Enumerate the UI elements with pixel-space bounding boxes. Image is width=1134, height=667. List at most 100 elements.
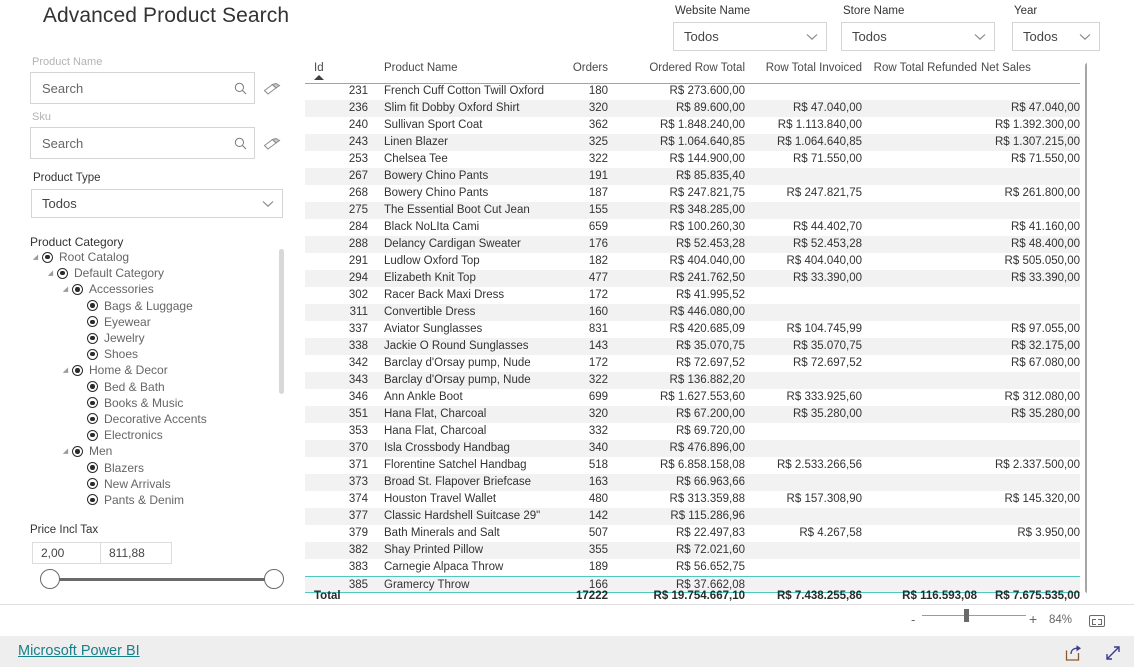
table-row[interactable]: 373 Broad St. Flapover Briefcase 163 R$ 66.… — [305, 474, 1080, 491]
zoom-slider-track[interactable] — [922, 615, 1026, 616]
table-row[interactable]: 240 Sullivan Sport Coat 362 R$ 1.848.240,00… — [305, 117, 1080, 134]
price-min-input[interactable]: 2,00 — [32, 542, 104, 564]
microsoft-power-bi-link[interactable]: Microsoft Power BI — [18, 643, 140, 659]
category-radio-icon[interactable] — [86, 412, 99, 425]
table-row[interactable]: 343 Barclay d'Orsay pump, Nude 322 R$ 136.8… — [305, 372, 1080, 389]
zoom-out-button[interactable]: - — [911, 613, 915, 626]
category-radio-icon[interactable] — [86, 332, 99, 345]
table-row[interactable]: 231 French Cuff Cotton Twill Oxford 180 R$ … — [305, 83, 1080, 100]
sku-search-input[interactable]: Search — [30, 127, 255, 159]
category-radio-icon[interactable] — [56, 267, 69, 280]
category-tree-node[interactable]: ◢ Eyewear — [30, 314, 285, 330]
table-row[interactable]: 243 Linen Blazer 325 R$ 1.064.640,85 R$ 1.06… — [305, 134, 1080, 151]
category-radio-icon[interactable] — [71, 283, 84, 296]
category-tree-node[interactable]: ◢ Home & Decor — [30, 362, 285, 378]
table-row[interactable]: 268 Bowery Chino Pants 187 R$ 247.821,75 R$ … — [305, 185, 1080, 202]
zoom-slider-handle[interactable] — [964, 609, 969, 622]
category-tree-node[interactable]: ◢ Blazers — [30, 459, 285, 475]
column-header-row-total-invoiced[interactable]: Row Total Invoiced — [760, 62, 862, 74]
category-tree-node[interactable]: ◢ Shoes — [30, 346, 285, 362]
product-type-dropdown[interactable]: Todos — [31, 189, 283, 218]
category-radio-icon[interactable] — [86, 429, 99, 442]
category-radio-icon[interactable] — [71, 445, 84, 458]
table-row[interactable]: 338 Jackie O Round Sunglasses 143 R$ 35.070… — [305, 338, 1080, 355]
table-row[interactable]: 377 Classic Hardshell Suitcase 29" 142 R$ 1… — [305, 508, 1080, 525]
category-radio-icon[interactable] — [71, 364, 84, 377]
category-tree-node[interactable]: ◢ Electronics — [30, 427, 285, 443]
search-icon[interactable] — [226, 82, 254, 95]
product-category-scrollbar[interactable] — [279, 249, 284, 394]
category-tree-node[interactable]: ◢ Accessories — [30, 281, 285, 297]
expand-collapse-caret-icon[interactable]: ◢ — [60, 367, 71, 374]
table-row[interactable]: 382 Shay Printed Pillow 355 R$ 72.021,60 — [305, 542, 1080, 559]
column-header-product-name[interactable]: Product Name — [384, 62, 458, 74]
category-tree-node[interactable]: ◢ Men — [30, 443, 285, 459]
table-vertical-scrollbar[interactable] — [1085, 63, 1087, 593]
table-row[interactable]: 288 Delancy Cardigan Sweater 176 R$ 52.453,… — [305, 236, 1080, 253]
category-radio-icon[interactable] — [86, 299, 99, 312]
price-slider-min-handle[interactable] — [40, 569, 60, 589]
table-row[interactable]: 351 Hana Flat, Charcoal 320 R$ 67.200,00 R$ … — [305, 406, 1080, 423]
table-row[interactable]: 275 The Essential Boot Cut Jean 155 R$ 348.… — [305, 202, 1080, 219]
expand-collapse-caret-icon[interactable]: ◢ — [60, 448, 71, 455]
table-row[interactable]: 370 Isla Crossbody Handbag 340 R$ 476.896,0… — [305, 440, 1080, 457]
table-body[interactable]: 231 French Cuff Cotton Twill Oxford 180 R$ … — [305, 83, 1080, 593]
column-header-ordered-row-total[interactable]: Ordered Row Total — [635, 62, 745, 74]
category-radio-icon[interactable] — [86, 315, 99, 328]
table-row[interactable]: 302 Racer Back Maxi Dress 172 R$ 41.995,52 — [305, 287, 1080, 304]
table-row[interactable]: 346 Ann Ankle Boot 699 R$ 1.627.553,60 R$ 33… — [305, 389, 1080, 406]
table-row[interactable]: 383 Carnegie Alpaca Throw 189 R$ 56.652,75 — [305, 559, 1080, 576]
category-radio-icon[interactable] — [86, 396, 99, 409]
product-category-tree[interactable]: ◢ Root Catalog ◢ Default Category ◢ Accessori… — [30, 249, 285, 511]
expand-collapse-caret-icon[interactable]: ◢ — [30, 254, 41, 261]
fullscreen-icon[interactable] — [1104, 644, 1122, 662]
column-header-id[interactable]: Id — [314, 62, 324, 74]
category-tree-node[interactable]: ◢ Bed & Bath — [30, 379, 285, 395]
table-row[interactable]: 371 Florentine Satchel Handbag 518 R$ 6.858… — [305, 457, 1080, 474]
category-radio-icon[interactable] — [86, 477, 99, 490]
website-name-dropdown[interactable]: Todos — [673, 22, 827, 51]
category-radio-icon[interactable] — [41, 251, 54, 264]
table-row[interactable]: 379 Bath Minerals and Salt 507 R$ 22.497,83… — [305, 525, 1080, 542]
product-name-clear-eraser-icon[interactable] — [262, 79, 282, 99]
category-radio-icon[interactable] — [86, 348, 99, 361]
category-radio-icon[interactable] — [86, 493, 99, 506]
sku-clear-eraser-icon[interactable] — [262, 134, 282, 154]
price-slider-track[interactable] — [50, 578, 274, 581]
table-row[interactable]: 236 Slim fit Dobby Oxford Shirt 320 R$ 89.6… — [305, 100, 1080, 117]
store-name-dropdown[interactable]: Todos — [841, 22, 995, 51]
product-name-search-input[interactable]: Search — [30, 72, 255, 104]
category-tree-node[interactable]: ◢ Jewelry — [30, 330, 285, 346]
column-header-row-total-refunded[interactable]: Row Total Refunded — [867, 62, 977, 74]
expand-collapse-caret-icon[interactable]: ◢ — [60, 286, 71, 293]
products-table[interactable]: Id Product Name Orders Ordered Row Total… — [305, 55, 1087, 604]
zoom-in-button[interactable]: + — [1029, 612, 1037, 626]
year-dropdown[interactable]: Todos — [1012, 22, 1100, 51]
category-radio-icon[interactable] — [86, 380, 99, 393]
category-tree-node[interactable]: ◢ Root Catalog — [30, 249, 285, 265]
table-row[interactable]: 342 Barclay d'Orsay pump, Nude 172 R$ 72.69… — [305, 355, 1080, 372]
expand-collapse-caret-icon[interactable]: ◢ — [45, 270, 56, 277]
category-tree-node[interactable]: ◢ Pants & Denim — [30, 492, 285, 508]
category-radio-icon[interactable] — [86, 461, 99, 474]
category-tree-node[interactable]: ◢ Books & Music — [30, 395, 285, 411]
fit-to-page-icon[interactable] — [1089, 615, 1105, 627]
price-slider-max-handle[interactable] — [264, 569, 284, 589]
table-row[interactable]: 291 Ludlow Oxford Top 182 R$ 404.040,00 R$ 4… — [305, 253, 1080, 270]
column-header-orders[interactable]: Orders — [563, 62, 608, 74]
sort-ascending-icon[interactable] — [314, 75, 324, 80]
share-icon[interactable] — [1064, 644, 1082, 662]
table-row[interactable]: 337 Aviator Sunglasses 831 R$ 420.685,09 R$ … — [305, 321, 1080, 338]
table-row[interactable]: 253 Chelsea Tee 322 R$ 144.900,00 R$ 71.550,… — [305, 151, 1080, 168]
table-row[interactable]: 284 Black NoLIta Cami 659 R$ 100.260,30 R$ 4… — [305, 219, 1080, 236]
category-tree-node[interactable]: ◢ Default Category — [30, 265, 285, 281]
category-tree-node[interactable]: ◢ Decorative Accents — [30, 411, 285, 427]
table-row[interactable]: 267 Bowery Chino Pants 191 R$ 85.835,40 — [305, 168, 1080, 185]
table-row[interactable]: 311 Convertible Dress 160 R$ 446.080,00 — [305, 304, 1080, 321]
table-row[interactable]: 294 Elizabeth Knit Top 477 R$ 241.762,50 R$ … — [305, 270, 1080, 287]
column-header-net-sales[interactable]: Net Sales — [981, 62, 1031, 74]
search-icon[interactable] — [226, 137, 254, 150]
table-row[interactable]: 374 Houston Travel Wallet 480 R$ 313.359,88… — [305, 491, 1080, 508]
category-tree-node[interactable]: ◢ Bags & Luggage — [30, 298, 285, 314]
category-tree-node[interactable]: ◢ New Arrivals — [30, 476, 285, 492]
